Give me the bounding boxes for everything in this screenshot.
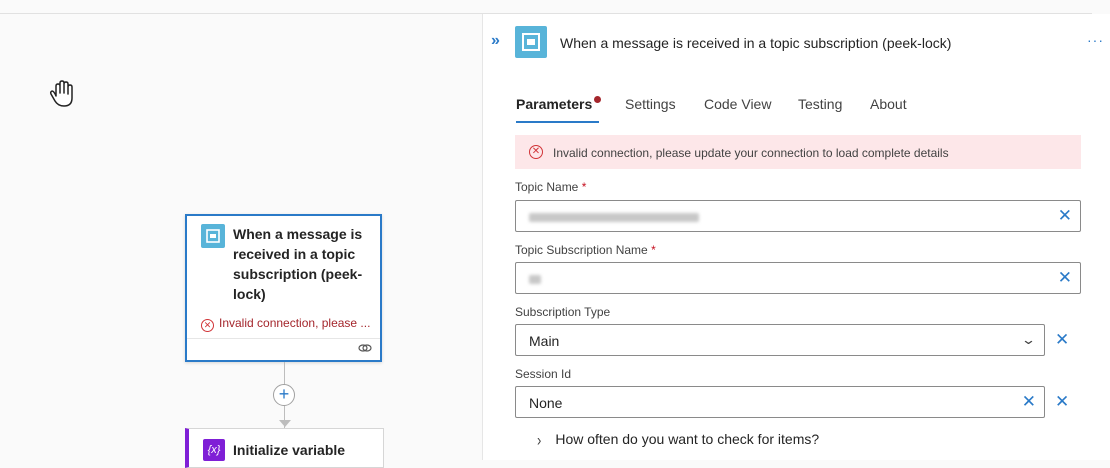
link-icon[interactable] <box>358 343 372 356</box>
panel-title: When a message is received in a topic su… <box>560 35 952 51</box>
card-divider <box>187 338 380 339</box>
trigger-card-error: ✕ Invalid connection, please ... <box>201 316 370 332</box>
chevron-down-icon: ⌄ <box>1020 332 1037 347</box>
required-marker: * <box>651 243 656 257</box>
topic-name-input[interactable]: ✕ <box>515 200 1081 232</box>
error-dot-icon <box>594 96 602 103</box>
topic-name-label-text: Topic Name <box>515 180 579 194</box>
error-alert-text: Invalid connection, please update your c… <box>553 146 949 160</box>
initialize-variable-card[interactable]: {x} Initialize variable <box>185 428 384 468</box>
trigger-card[interactable]: When a message is received in a topic su… <box>185 214 382 362</box>
details-panel: » When a message is received in a topic … <box>482 14 1110 460</box>
variable-icon: {x} <box>203 439 225 461</box>
tab-parameters[interactable]: Parameters <box>516 96 602 112</box>
tab-settings[interactable]: Settings <box>625 96 676 112</box>
add-step-button[interactable]: + <box>273 384 295 406</box>
remove-parameter-icon[interactable]: ✕ <box>1055 392 1069 412</box>
session-id-input[interactable]: None ✕ <box>515 386 1045 418</box>
hand-cursor-icon <box>49 80 73 107</box>
session-id-label: Session Id <box>515 367 572 381</box>
tab-code-view[interactable]: Code View <box>704 96 771 112</box>
advanced-options-label: How often do you want to check for items… <box>555 431 820 447</box>
redacted-value <box>529 275 541 284</box>
trigger-card-error-text: Invalid connection, please ... <box>219 316 371 330</box>
topic-name-label: Topic Name * <box>515 180 586 194</box>
collapse-panel-icon[interactable]: » <box>491 32 500 50</box>
advanced-options-toggle[interactable]: › How often do you want to check for item… <box>537 429 820 450</box>
active-tab-indicator <box>516 121 599 123</box>
subscription-type-value: Main <box>529 333 560 349</box>
required-marker: * <box>581 180 587 194</box>
flow-arrow-icon <box>279 420 291 427</box>
topic-subscription-name-label: Topic Subscription Name * <box>515 243 656 257</box>
error-alert: ✕ Invalid connection, please update your… <box>515 135 1081 169</box>
remove-parameter-icon[interactable]: ✕ <box>1055 330 1069 350</box>
redacted-value <box>529 213 699 222</box>
trigger-card-title: When a message is received in a topic su… <box>233 226 363 302</box>
clear-icon[interactable]: ✕ <box>1022 392 1036 412</box>
more-options-icon[interactable]: ··· <box>1087 32 1104 48</box>
tab-about[interactable]: About <box>870 96 907 112</box>
subscription-type-label: Subscription Type <box>515 305 611 319</box>
tab-testing[interactable]: Testing <box>798 96 842 112</box>
error-circle-icon: ✕ <box>201 319 214 332</box>
error-circle-icon: ✕ <box>529 145 543 159</box>
subscription-type-select[interactable]: Main ⌄ <box>515 324 1045 356</box>
service-bus-icon <box>515 26 547 58</box>
tab-parameters-label: Parameters <box>516 96 593 112</box>
clear-icon[interactable]: ✕ <box>1058 206 1072 226</box>
service-bus-icon <box>201 224 225 248</box>
session-id-value: None <box>529 395 563 411</box>
chevron-right-icon: › <box>537 429 542 450</box>
initialize-variable-title: Initialize variable <box>233 442 346 458</box>
topic-subscription-name-input[interactable]: ✕ <box>515 262 1081 294</box>
clear-icon[interactable]: ✕ <box>1058 268 1072 288</box>
topic-subscription-name-label-text: Topic Subscription Name <box>515 243 648 257</box>
